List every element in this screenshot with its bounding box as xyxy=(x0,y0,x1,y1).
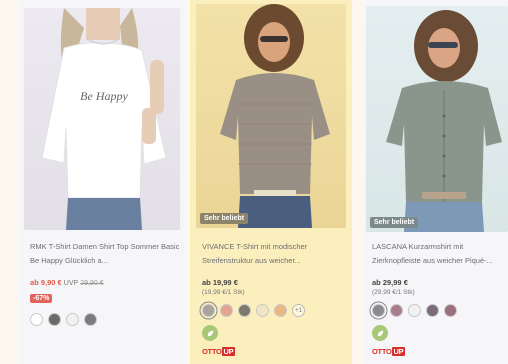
product-grid: Be Happy RMK T-Shirt Damen Shirt Top Som… xyxy=(0,0,508,364)
otto-up-logo: OTTO UP xyxy=(202,347,236,356)
color-swatches xyxy=(30,313,180,326)
color-swatch[interactable] xyxy=(408,304,421,317)
uvp-price: 29,90 € xyxy=(80,280,104,287)
product-image[interactable]: Sehr beliebt xyxy=(196,4,346,228)
price-row: ab 29,99 € xyxy=(372,278,502,287)
more-colors-button[interactable]: +1 xyxy=(292,304,305,317)
product-image[interactable]: Sehr beliebt xyxy=(366,6,508,232)
price-row: ab 19,99 € xyxy=(202,278,346,287)
product-info: VIVANCE T-Shirt mit modischer Streifenst… xyxy=(202,240,346,359)
unit-price: (19,99 €/1 Stk) xyxy=(202,289,245,296)
product-info: LASCANA Kurzarmshirt mit Zierknopfleiste… xyxy=(372,240,502,359)
leaf-icon xyxy=(372,325,388,341)
color-swatch[interactable] xyxy=(66,313,79,326)
color-swatch[interactable] xyxy=(84,313,97,326)
color-swatch[interactable] xyxy=(48,313,61,326)
otto-up-tag: UP xyxy=(221,347,236,356)
color-swatch[interactable] xyxy=(256,304,269,317)
product-image[interactable]: Be Happy xyxy=(24,8,180,230)
popular-badge: Sehr beliebt xyxy=(370,217,419,228)
color-swatch[interactable] xyxy=(390,304,403,317)
price-row: ab 9,90 € UVP 29,90 € xyxy=(30,278,180,287)
product-price: ab 9,90 € xyxy=(30,278,62,287)
color-swatches: +1 xyxy=(202,304,346,317)
color-swatch[interactable] xyxy=(202,304,215,317)
color-swatch[interactable] xyxy=(372,304,385,317)
unit-price: (29,99 €/1 Stk) xyxy=(372,289,415,296)
model-photo-illustration xyxy=(220,4,330,228)
color-swatch[interactable] xyxy=(274,304,287,317)
product-card-rmk[interactable]: Be Happy RMK T-Shirt Damen Shirt Top Som… xyxy=(18,0,186,364)
product-title[interactable]: RMK T-Shirt Damen Shirt Top Sommer Basic… xyxy=(30,240,180,270)
model-photo-illustration: Be Happy xyxy=(41,8,167,230)
product-title[interactable]: VIVANCE T-Shirt mit modischer Streifenst… xyxy=(202,240,346,270)
product-info: RMK T-Shirt Damen Shirt Top Sommer Basic… xyxy=(30,240,180,326)
otto-up-logo: OTTO UP xyxy=(372,347,406,356)
color-swatch[interactable] xyxy=(444,304,457,317)
otto-up-text: OTTO xyxy=(202,347,222,356)
model-photo-illustration xyxy=(386,10,502,232)
color-swatches xyxy=(372,304,502,317)
color-swatch[interactable] xyxy=(220,304,233,317)
uvp-label: UVP xyxy=(63,280,79,287)
leaf-icon xyxy=(202,325,218,341)
otto-up-tag: UP xyxy=(391,347,406,356)
color-swatch[interactable] xyxy=(30,313,43,326)
popular-badge: Sehr beliebt xyxy=(200,213,249,224)
color-swatch[interactable] xyxy=(238,304,251,317)
product-price: ab 29,99 € xyxy=(372,278,408,287)
product-card-lascana[interactable]: Sehr beliebt LASCANA Kurzarmshirt mit Zi… xyxy=(364,0,508,364)
color-swatch[interactable] xyxy=(426,304,439,317)
shirt-print: Be Happy xyxy=(80,89,128,103)
product-price: ab 19,99 € xyxy=(202,278,238,287)
product-card-vivance[interactable]: Sehr beliebt VIVANCE T-Shirt mit modisch… xyxy=(190,0,352,364)
discount-badge: -67% xyxy=(30,294,53,303)
otto-up-text: OTTO xyxy=(372,347,392,356)
product-title[interactable]: LASCANA Kurzarmshirt mit Zierknopfleiste… xyxy=(372,240,502,270)
